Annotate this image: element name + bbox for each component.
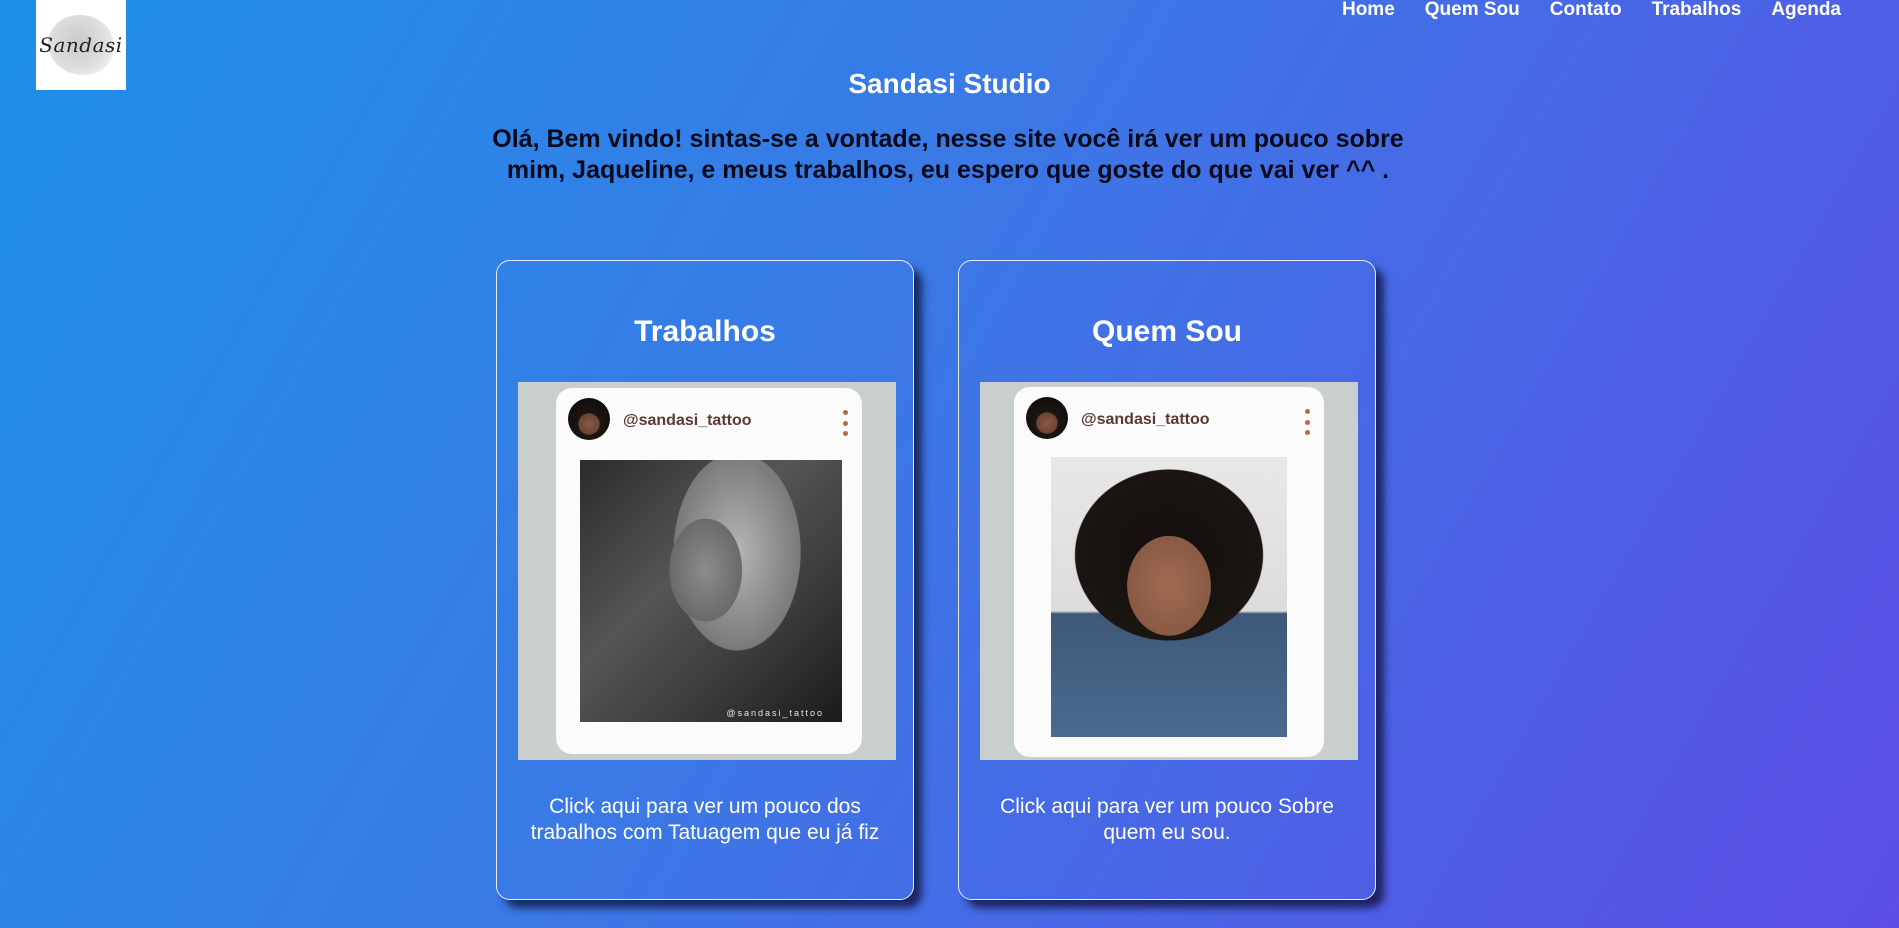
main-nav: Home Quem Sou Contato Trabalhos Agenda (1342, 0, 1841, 20)
post-handle: @sandasi_tattoo (1081, 411, 1210, 428)
nav-link-home[interactable]: Home (1342, 0, 1395, 20)
welcome-text: Olá, Bem vindo! sintas-se a vontade, nes… (492, 125, 1404, 184)
portrait-photo (1051, 457, 1287, 737)
logo-text: Sandasi (39, 33, 123, 57)
more-options-icon (842, 410, 848, 436)
card-description: Click aqui para ver um pouco Sobre quem … (1000, 795, 1334, 844)
instagram-post-image[interactable]: @sandasi_tattoo @sandasi_tattoo (518, 382, 896, 760)
card-title: Quem Sou (1091, 315, 1242, 348)
card-description: Click aqui para ver um pouco dos trabalh… (530, 795, 880, 844)
photo-watermark: @sandasi_tattoo (726, 708, 824, 718)
more-options-icon (1304, 409, 1310, 435)
card-quem-sou[interactable]: Quem Sou @sandasi_tattoo Click aqui para… (958, 260, 1376, 900)
nav-link-contato[interactable]: Contato (1550, 0, 1622, 20)
card-trabalhos[interactable]: Trabalhos @sandasi_tattoo @sandasi_tatto… (496, 260, 914, 900)
post-frame: @sandasi_tattoo @sandasi_tattoo (556, 388, 862, 754)
nav-link-quem-sou[interactable]: Quem Sou (1425, 0, 1520, 20)
nav-link-agenda[interactable]: Agenda (1771, 0, 1841, 20)
post-frame: @sandasi_tattoo (1014, 387, 1324, 757)
page-title: Sandasi Studio (848, 68, 1051, 99)
card-title: Trabalhos (634, 315, 776, 348)
post-handle: @sandasi_tattoo (623, 412, 752, 429)
instagram-post-image[interactable]: @sandasi_tattoo (980, 382, 1358, 760)
avatar (1026, 397, 1068, 439)
avatar (568, 398, 610, 440)
nav-link-trabalhos[interactable]: Trabalhos (1652, 0, 1742, 20)
tattoo-photo: @sandasi_tattoo (580, 460, 842, 722)
